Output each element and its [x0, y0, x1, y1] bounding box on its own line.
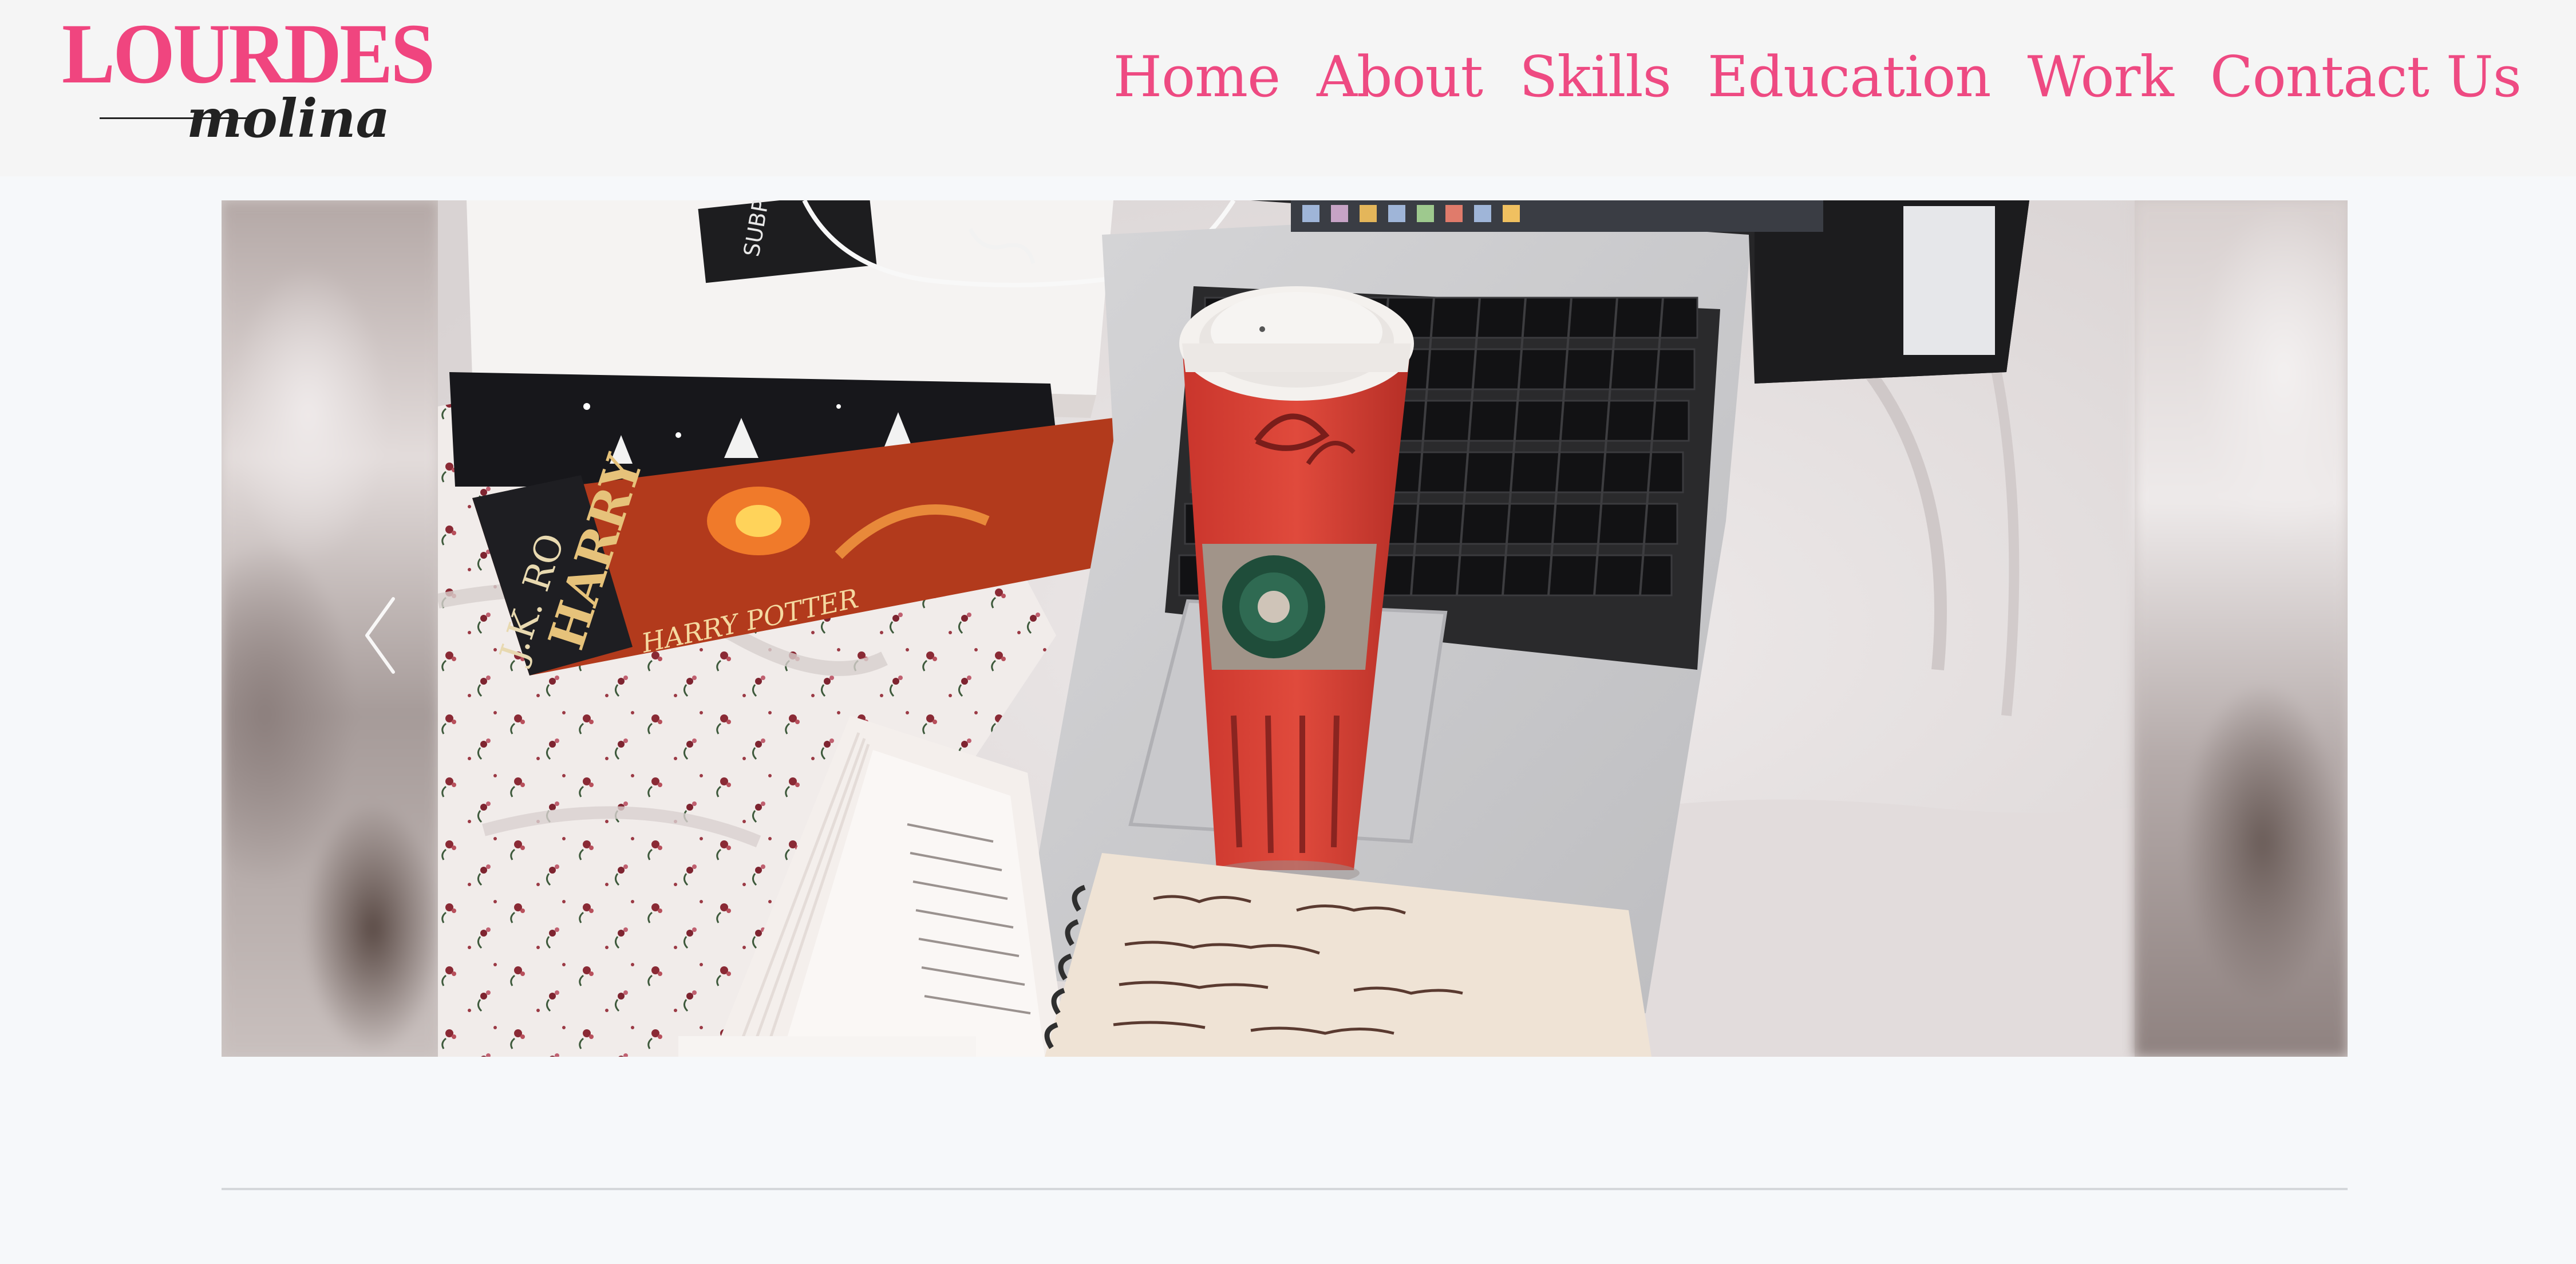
- desk-photo-illustration: SUBP J.K. RO HARRY HARRY POTTER: [438, 200, 2135, 1057]
- carousel-prev-button[interactable]: [353, 590, 416, 681]
- nav-link-work[interactable]: Work: [2027, 37, 2174, 118]
- nav-link-contact-us[interactable]: Contact Us: [2210, 37, 2522, 118]
- nav-link-about[interactable]: About: [1317, 37, 1483, 118]
- logo-wordmark: LOURDES: [62, 6, 435, 101]
- site-header: LOURDES molina Home About Skills Educati…: [0, 0, 2576, 176]
- chevron-left-icon: [365, 597, 395, 674]
- section-divider: [222, 1188, 2348, 1190]
- nav-link-education[interactable]: Education: [1708, 37, 1992, 118]
- carousel-slide-desk-photo: SUBP J.K. RO HARRY HARRY POTTER: [438, 200, 2135, 1057]
- nav-link-skills[interactable]: Skills: [1519, 37, 1672, 118]
- nav-link-home[interactable]: Home: [1113, 37, 1281, 118]
- chevron-right-icon: [2151, 590, 2214, 681]
- logo-script: molina: [187, 88, 390, 149]
- carousel-next-button[interactable]: [2151, 590, 2214, 681]
- site-logo[interactable]: LOURDES molina: [62, 8, 435, 151]
- main-nav: Home About Skills Education Work Contact…: [1077, 37, 2522, 118]
- image-carousel: SUBP J.K. RO HARRY HARRY POTTER: [222, 200, 2348, 1057]
